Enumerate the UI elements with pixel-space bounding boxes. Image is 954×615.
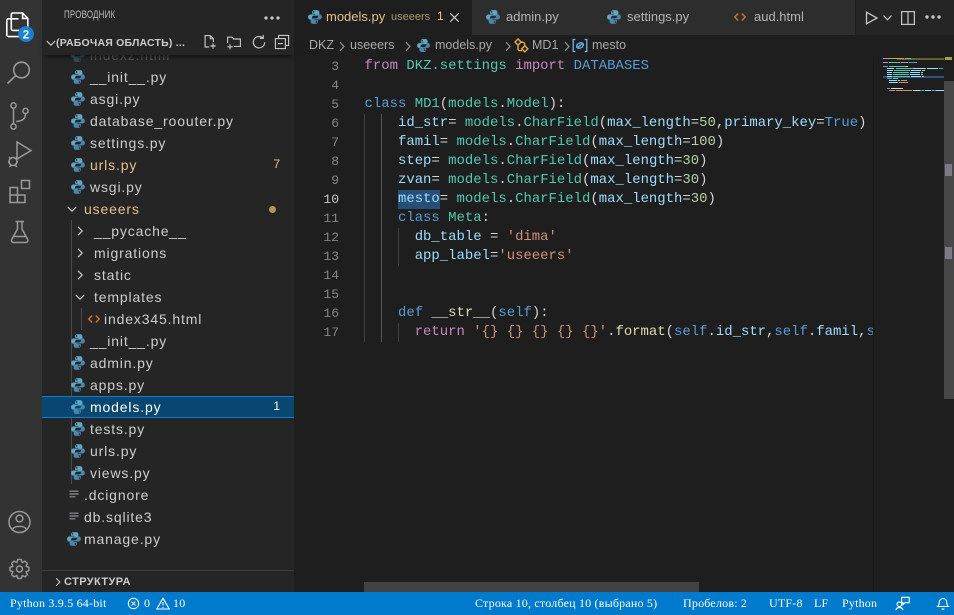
svg-text:2: 2 [23,29,29,41]
